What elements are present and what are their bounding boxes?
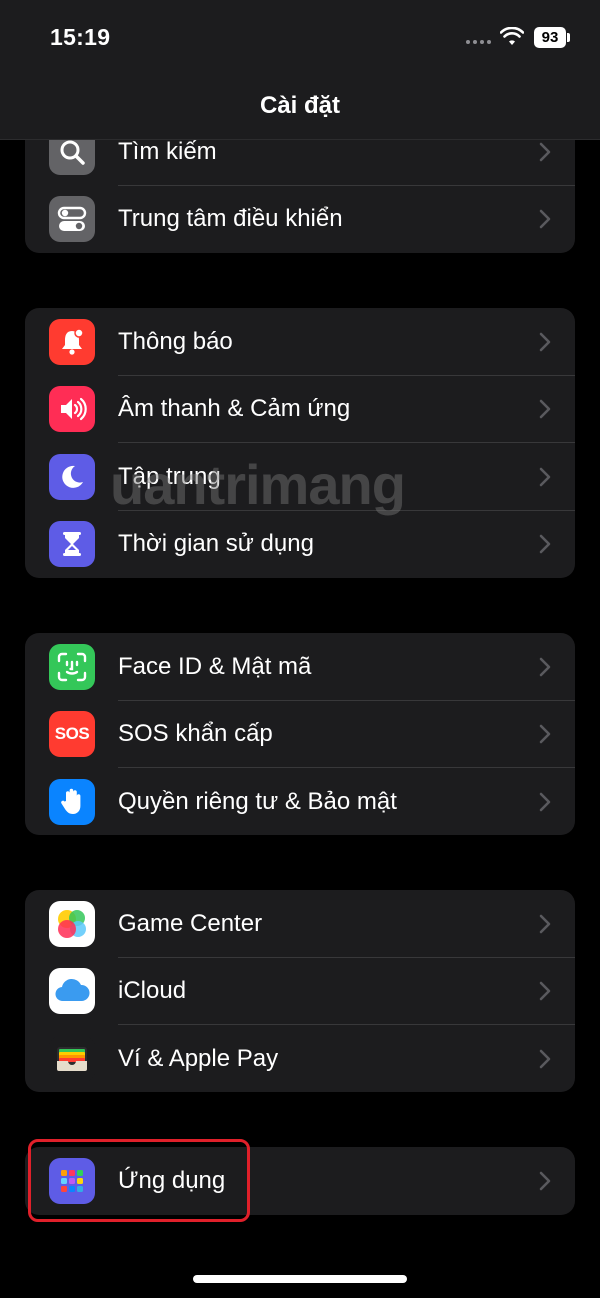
chevron-right-icon [539, 1049, 551, 1069]
row-face-id[interactable]: Face ID & Mật mã [25, 633, 575, 701]
nav-bar: Cài đặt [0, 78, 600, 140]
row-emergency-sos[interactable]: SOS SOS khẩn cấp [25, 700, 575, 768]
signal-dots-icon [466, 40, 491, 44]
row-label: Thông báo [118, 328, 233, 355]
row-wallet-apple-pay[interactable]: Ví & Apple Pay [25, 1025, 575, 1092]
row-control-center[interactable]: Trung tâm điều khiển [25, 185, 575, 253]
home-indicator[interactable] [193, 1275, 407, 1283]
settings-group-notifications: Thông báo Âm thanh & Cảm ứng Tập trung T… [25, 308, 575, 578]
chevron-right-icon [539, 914, 551, 934]
row-label: Quyền riêng tư & Bảo mật [118, 788, 397, 815]
row-label: Âm thanh & Cảm ứng [118, 395, 351, 422]
battery-tip [567, 33, 570, 42]
bell-icon [49, 319, 95, 365]
status-bar: 15:19 93 [0, 0, 600, 78]
cloud-icon [49, 968, 95, 1014]
row-label: Trung tâm điều khiển [118, 205, 343, 232]
row-label: Game Center [118, 910, 263, 937]
hourglass-icon [49, 521, 95, 567]
highlight-box [28, 1139, 250, 1222]
sos-icon-text: SOS [54, 724, 90, 743]
wifi-icon [500, 27, 524, 45]
hand-icon [49, 779, 95, 825]
chevron-right-icon [539, 534, 551, 554]
row-sounds-haptics[interactable]: Âm thanh & Cảm ứng [25, 375, 575, 443]
row-label: Tìm kiếm [118, 138, 217, 165]
wallet-icon [49, 1036, 95, 1082]
watermark-logo: uantrimang [110, 453, 406, 516]
moon-icon [49, 454, 95, 500]
settings-group-security: Face ID & Mật mã SOS SOS khẩn cấp Quyền … [25, 633, 575, 835]
row-screen-time[interactable]: Thời gian sử dụng [25, 510, 575, 578]
row-label: Face ID & Mật mã [118, 653, 312, 680]
chevron-right-icon [539, 657, 551, 677]
chevron-right-icon [539, 981, 551, 1001]
row-notifications[interactable]: Thông báo [25, 308, 575, 376]
chevron-right-icon [539, 1171, 551, 1191]
chevron-right-icon [539, 724, 551, 744]
chevron-right-icon [539, 332, 551, 352]
speaker-icon [49, 386, 95, 432]
sos-icon: SOS [49, 711, 95, 757]
toggles-icon [49, 196, 95, 242]
row-game-center[interactable]: Game Center [25, 890, 575, 958]
row-label: SOS khẩn cấp [118, 720, 273, 747]
status-time: 15:19 [50, 24, 111, 50]
row-label: iCloud [118, 977, 187, 1004]
row-label: Thời gian sử dụng [118, 530, 314, 557]
game-center-icon [49, 901, 95, 947]
row-label: Ví & Apple Pay [118, 1045, 279, 1072]
face-id-icon [49, 644, 95, 690]
chevron-right-icon [539, 792, 551, 812]
chevron-right-icon [539, 142, 551, 162]
battery-icon: 93 [534, 27, 566, 48]
settings-group-accounts: Game Center iCloud Ví & Apple Pay [25, 890, 575, 1092]
chevron-right-icon [539, 467, 551, 487]
page-title: Cài đặt [259, 92, 340, 119]
chevron-right-icon [539, 209, 551, 229]
row-icloud[interactable]: iCloud [25, 957, 575, 1025]
chevron-right-icon [539, 399, 551, 419]
row-privacy-security[interactable]: Quyền riêng tư & Bảo mật [25, 768, 575, 835]
